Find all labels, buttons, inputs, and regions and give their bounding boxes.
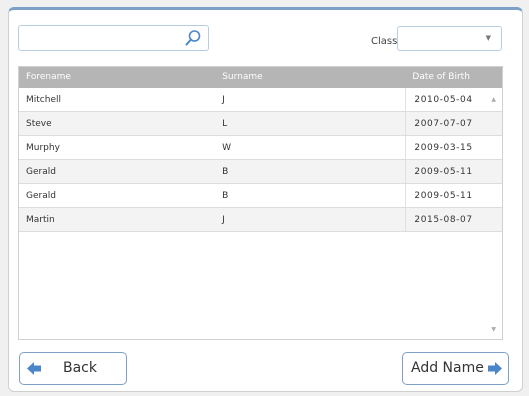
- table-row[interactable]: Mitchell J 2010-05-04: [19, 88, 502, 112]
- table-row[interactable]: Gerald B 2009-05-11: [19, 184, 502, 208]
- chevron-down-icon[interactable]: ▼: [486, 34, 491, 42]
- table-row[interactable]: Steve L 2007-07-07: [19, 112, 502, 136]
- cell-forename: Mitchell: [26, 95, 61, 105]
- cell-surname: J: [222, 215, 225, 225]
- back-button[interactable]: Back: [19, 352, 127, 385]
- names-table: Forename Surname Date of Birth Mitchell …: [18, 66, 503, 340]
- column-header-forename[interactable]: Forename: [19, 67, 215, 88]
- column-header-surname[interactable]: Surname: [215, 67, 405, 88]
- back-button-label: Back: [63, 360, 97, 376]
- cell-dob: 2007-07-07: [405, 112, 502, 135]
- cell-forename: Murphy: [26, 143, 60, 153]
- search-input[interactable]: [23, 29, 183, 47]
- add-name-button[interactable]: Add Name: [402, 352, 509, 385]
- search-icon[interactable]: [184, 29, 202, 47]
- cell-surname: J: [222, 95, 225, 105]
- scroll-down-icon[interactable]: ▼: [491, 326, 496, 333]
- cell-dob: 2015-08-07: [405, 208, 502, 231]
- cell-forename: Gerald: [26, 191, 56, 201]
- table-body: Mitchell J 2010-05-04 Steve L 2007-07-07…: [19, 88, 502, 232]
- arrow-left-icon: [27, 362, 41, 375]
- cell-surname: L: [222, 119, 228, 129]
- cell-forename: Martin: [26, 215, 55, 225]
- cell-surname: B: [222, 167, 229, 177]
- cell-surname: B: [222, 191, 229, 201]
- class-label: Class: [371, 36, 398, 47]
- cell-forename: Gerald: [26, 167, 56, 177]
- search-box[interactable]: [18, 25, 209, 51]
- class-select[interactable]: ▼: [397, 26, 502, 51]
- cell-dob: 2010-05-04: [405, 88, 502, 111]
- table-row[interactable]: Martin J 2015-08-07: [19, 208, 502, 232]
- add-name-button-label: Add Name: [411, 360, 484, 376]
- cell-surname: W: [222, 143, 232, 153]
- cell-forename: Steve: [26, 119, 52, 129]
- column-header-dob[interactable]: Date of Birth: [405, 67, 502, 88]
- table-row[interactable]: Murphy W 2009-03-15: [19, 136, 502, 160]
- table-header: Forename Surname Date of Birth: [19, 67, 502, 88]
- table-row[interactable]: Gerald B 2009-05-11: [19, 160, 502, 184]
- cell-dob: 2009-05-11: [405, 184, 502, 207]
- scroll-up-icon[interactable]: ▲: [491, 96, 496, 103]
- arrow-right-icon: [488, 362, 502, 375]
- cell-dob: 2009-05-11: [405, 160, 502, 183]
- cell-dob: 2009-03-15: [405, 136, 502, 159]
